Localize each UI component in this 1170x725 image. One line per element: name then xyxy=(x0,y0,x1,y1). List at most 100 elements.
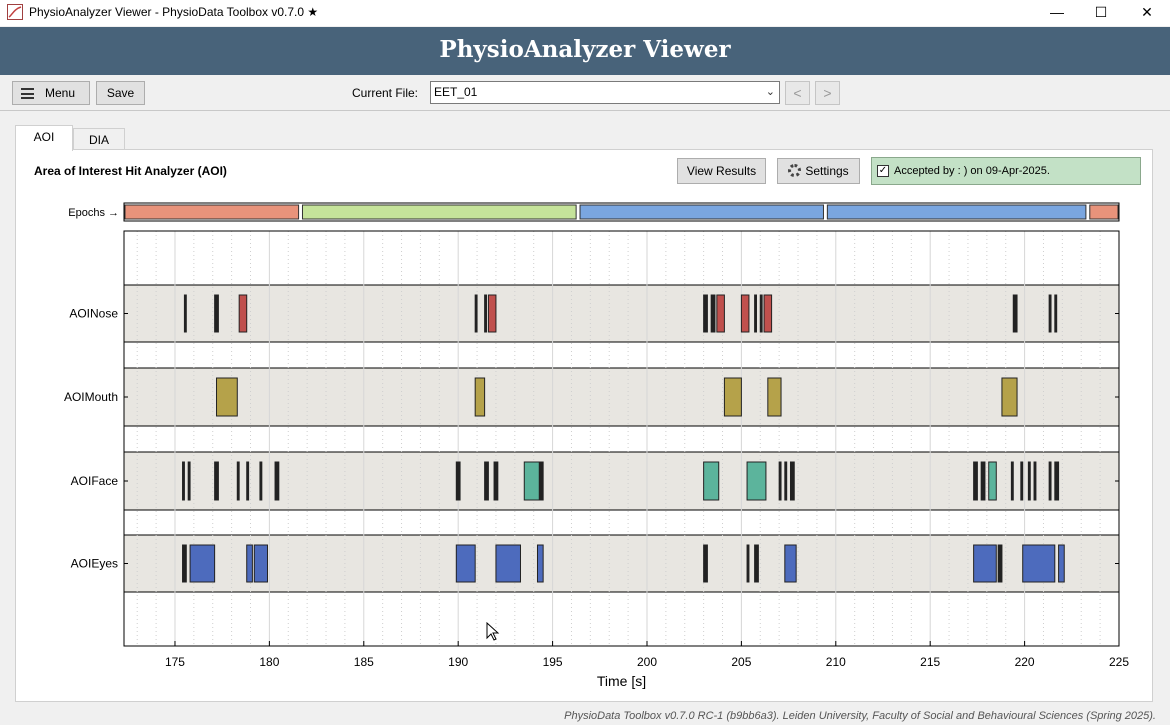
aoi-hit-bar xyxy=(754,544,759,583)
menu-button[interactable]: Menu xyxy=(12,81,90,105)
epoch-segment xyxy=(301,204,577,220)
chevron-down-icon: ⌄ xyxy=(765,86,775,98)
aoi-hit-bar xyxy=(236,461,240,501)
aoi-hit-bar xyxy=(214,294,219,333)
hamburger-icon xyxy=(21,88,34,99)
aoi-hit-bar xyxy=(784,544,797,583)
aoi-hit-bar xyxy=(1048,294,1052,333)
row-label: AOIMouth xyxy=(64,390,118,404)
aoi-hit-bar xyxy=(536,544,544,583)
app-icon xyxy=(7,4,23,20)
aoi-hit-bar xyxy=(474,294,478,333)
aoi-hit-bar xyxy=(1001,377,1018,417)
panel-title: Area of Interest Hit Analyzer (AOI) xyxy=(34,164,227,178)
aoi-hit-bar xyxy=(703,461,720,501)
x-tick-label: 225 xyxy=(1109,655,1129,669)
x-axis-label: Time [s] xyxy=(597,673,646,689)
aoi-hit-bar xyxy=(493,461,499,501)
aoi-hit-bar xyxy=(789,461,795,501)
save-button[interactable]: Save xyxy=(96,81,145,105)
settings-button[interactable]: Settings xyxy=(777,158,860,184)
aoi-hit-bar xyxy=(1022,544,1056,583)
aoi-hit-bar xyxy=(767,377,782,417)
current-file-label: Current File: xyxy=(352,86,419,100)
window-title: PhysioAnalyzer Viewer - PhysioData Toolb… xyxy=(29,5,319,19)
aoi-hit-bar xyxy=(187,461,191,501)
aoi-hit-bar xyxy=(1027,461,1031,501)
view-results-button[interactable]: View Results xyxy=(677,158,766,184)
aoi-hit-bar xyxy=(759,294,763,333)
aoi-hit-bar xyxy=(980,461,986,501)
aoi-hit-bar xyxy=(1054,461,1060,501)
next-file-button[interactable]: > xyxy=(815,81,840,105)
x-tick-label: 180 xyxy=(259,655,279,669)
aoi-hit-bar xyxy=(763,294,773,333)
footer-credits: PhysioData Toolbox v0.7.0 RC-1 (b9bb6a3)… xyxy=(564,710,1156,722)
aoi-hit-bar xyxy=(455,461,461,501)
row-label: AOIFace xyxy=(71,474,119,488)
aoi-hit-bar xyxy=(238,294,248,333)
aoi-hit-bar xyxy=(474,377,486,417)
x-tick-label: 210 xyxy=(826,655,846,669)
aoi-hit-bar xyxy=(716,294,725,333)
x-tick-label: 215 xyxy=(920,655,940,669)
maximize-button[interactable]: ☐ xyxy=(1078,0,1124,26)
aoi-hit-bar xyxy=(253,544,268,583)
aoi-hit-bar xyxy=(988,461,997,501)
epoch-segment xyxy=(579,204,824,220)
checkmark-icon: ✓ xyxy=(877,165,889,177)
aoi-hit-bar xyxy=(523,461,540,501)
previous-file-button[interactable]: < xyxy=(785,81,810,105)
mouse-cursor-icon xyxy=(486,622,500,641)
menu-button-label: Menu xyxy=(44,86,76,100)
accepted-checkbox[interactable]: ✓ Accepted by : ) on 09-Apr-2025. xyxy=(871,157,1141,185)
aoi-hit-bar xyxy=(1058,544,1065,583)
tab-aoi[interactable]: AOI xyxy=(15,125,73,151)
aoi-hit-bar xyxy=(495,544,521,583)
aoi-hit-bar xyxy=(455,544,476,583)
epoch-segment xyxy=(124,204,300,220)
gear-icon xyxy=(788,164,802,177)
aoi-hit-bar xyxy=(754,294,757,333)
aoi-hit-bar xyxy=(703,294,708,333)
epochs-label: Epochs → xyxy=(68,207,119,219)
app-header-title: PhysioAnalyzer Viewer xyxy=(439,36,731,63)
current-file-select[interactable]: EET_01 ⌄ xyxy=(430,81,780,104)
aoi-hit-bar xyxy=(973,544,997,583)
close-button[interactable]: ✕ xyxy=(1124,0,1170,26)
aoi-hit-bar xyxy=(182,461,185,501)
aoi-hit-bar xyxy=(538,461,544,501)
row-label: AOIEyes xyxy=(71,557,118,571)
aoi-hit-bar xyxy=(710,294,716,333)
aoi-hit-bar xyxy=(1020,461,1024,501)
aoi-hit-bar xyxy=(703,544,708,583)
aoi-hit-bar xyxy=(746,544,750,583)
current-file-value: EET_01 xyxy=(434,85,478,99)
x-tick-label: 205 xyxy=(731,655,751,669)
aoi-hit-bar xyxy=(246,461,250,501)
aoi-hit-bar xyxy=(973,461,978,501)
aoi-hit-bar xyxy=(183,294,187,333)
row-band xyxy=(123,534,1120,593)
aoi-hit-bar xyxy=(778,461,782,501)
x-tick-label: 175 xyxy=(165,655,185,669)
row-band xyxy=(123,284,1120,343)
aoi-hit-bar xyxy=(723,377,742,417)
app-header: PhysioAnalyzer Viewer xyxy=(0,27,1170,75)
x-tick-label: 190 xyxy=(448,655,468,669)
aoi-hit-bar xyxy=(1048,461,1052,501)
row-band xyxy=(123,367,1120,427)
aoi-hit-bar xyxy=(216,377,238,417)
aoi-hit-bar xyxy=(784,461,788,501)
aoi-hit-bar xyxy=(1054,294,1058,333)
minimize-button[interactable]: — xyxy=(1034,0,1080,26)
x-tick-label: 220 xyxy=(1015,655,1035,669)
aoi-hit-bar xyxy=(182,544,187,583)
row-band xyxy=(123,451,1120,511)
epoch-segment xyxy=(826,204,1087,220)
aoi-hit-bar xyxy=(1033,461,1037,501)
aoi-hit-bar xyxy=(740,294,750,333)
settings-button-label: Settings xyxy=(805,164,849,178)
aoi-hit-bar xyxy=(274,461,280,501)
aoi-hit-bar xyxy=(1010,461,1014,501)
